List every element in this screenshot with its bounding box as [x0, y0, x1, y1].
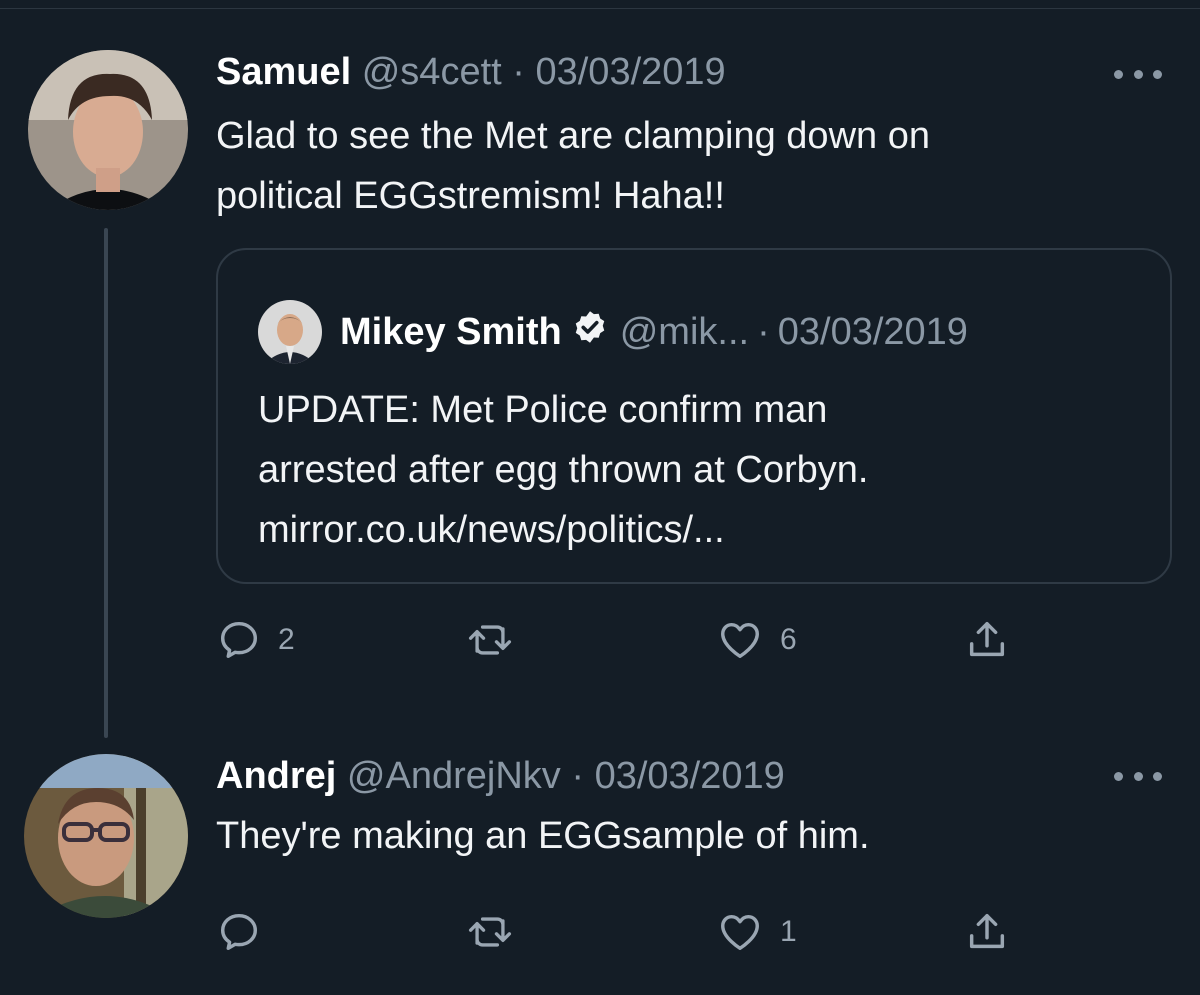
avatar[interactable]: [24, 754, 188, 918]
tweet-andrej[interactable]: Andrej @AndrejNkv · 03/03/2019 They're m…: [0, 740, 1200, 995]
reply-button[interactable]: [216, 904, 278, 960]
quoted-avatar: [258, 300, 322, 364]
quoted-tweet[interactable]: Mikey Smith @mik... · 03/03/2019 UPDATE:…: [216, 248, 1172, 584]
retweet-button[interactable]: [466, 612, 530, 668]
like-button[interactable]: 6: [716, 612, 797, 668]
more-icon[interactable]: [1114, 766, 1162, 786]
tweet-date[interactable]: 03/03/2019: [595, 755, 785, 797]
tweet-samuel[interactable]: Samuel @s4cett · 03/03/2019 Glad to see …: [0, 0, 1200, 740]
separator: ·: [757, 311, 770, 353]
retweet-button[interactable]: [466, 904, 530, 960]
tweet-actions: 1: [216, 904, 1036, 960]
retweet-icon: [466, 909, 514, 955]
quoted-text-line: arrested after egg thrown at Corbyn.: [258, 449, 869, 491]
reply-button[interactable]: 2: [216, 612, 295, 668]
avatar[interactable]: [28, 50, 188, 210]
tweet-actions: 2 6: [216, 612, 1036, 668]
handle[interactable]: @s4cett: [362, 51, 502, 93]
reply-count: 2: [278, 623, 295, 656]
verified-icon: [572, 309, 608, 355]
separator: ·: [512, 51, 525, 93]
tweet-text: They're making an EGGsample of him.: [216, 806, 870, 866]
reply-icon: [216, 909, 262, 955]
quoted-handle[interactable]: @mik...: [620, 310, 749, 354]
share-button[interactable]: [964, 612, 1010, 668]
tweet-text-line: political EGGstremism! Haha!!: [216, 175, 725, 217]
quoted-tweet-text: UPDATE: Met Police confirm man arrested …: [258, 380, 868, 560]
more-icon[interactable]: [1114, 64, 1162, 84]
tweet-text: Glad to see the Met are clamping down on…: [216, 106, 930, 226]
thread-line: [104, 228, 108, 738]
like-count: 6: [780, 623, 797, 656]
tweet-header: Samuel @s4cett · 03/03/2019: [216, 50, 726, 94]
separator: ·: [571, 755, 585, 797]
tweet-header: Andrej @AndrejNkv · 03/03/2019: [216, 754, 785, 798]
quoted-text-link[interactable]: mirror.co.uk/news/politics/...: [258, 500, 868, 560]
share-button[interactable]: [964, 904, 1010, 960]
like-button[interactable]: 1: [716, 904, 797, 960]
quoted-date[interactable]: 03/03/2019: [778, 310, 968, 354]
like-count: 1: [780, 915, 797, 948]
quoted-text-line: UPDATE: Met Police confirm man: [258, 389, 828, 431]
tweet-text-line: Glad to see the Met are clamping down on: [216, 115, 930, 157]
quoted-display-name[interactable]: Mikey Smith: [340, 310, 562, 354]
display-name[interactable]: Samuel: [216, 51, 351, 93]
tweet-date[interactable]: 03/03/2019: [535, 51, 725, 93]
share-icon: [964, 908, 1010, 956]
retweet-icon: [466, 617, 514, 663]
handle[interactable]: @AndrejNkv: [347, 755, 561, 797]
like-icon: [716, 617, 764, 663]
like-icon: [716, 909, 764, 955]
display-name[interactable]: Andrej: [216, 755, 336, 797]
quoted-tweet-header: Mikey Smith @mik... · 03/03/2019: [258, 300, 968, 364]
reply-icon: [216, 617, 262, 663]
tweet-text-line: They're making an EGGsample of him.: [216, 815, 870, 857]
share-icon: [964, 616, 1010, 664]
